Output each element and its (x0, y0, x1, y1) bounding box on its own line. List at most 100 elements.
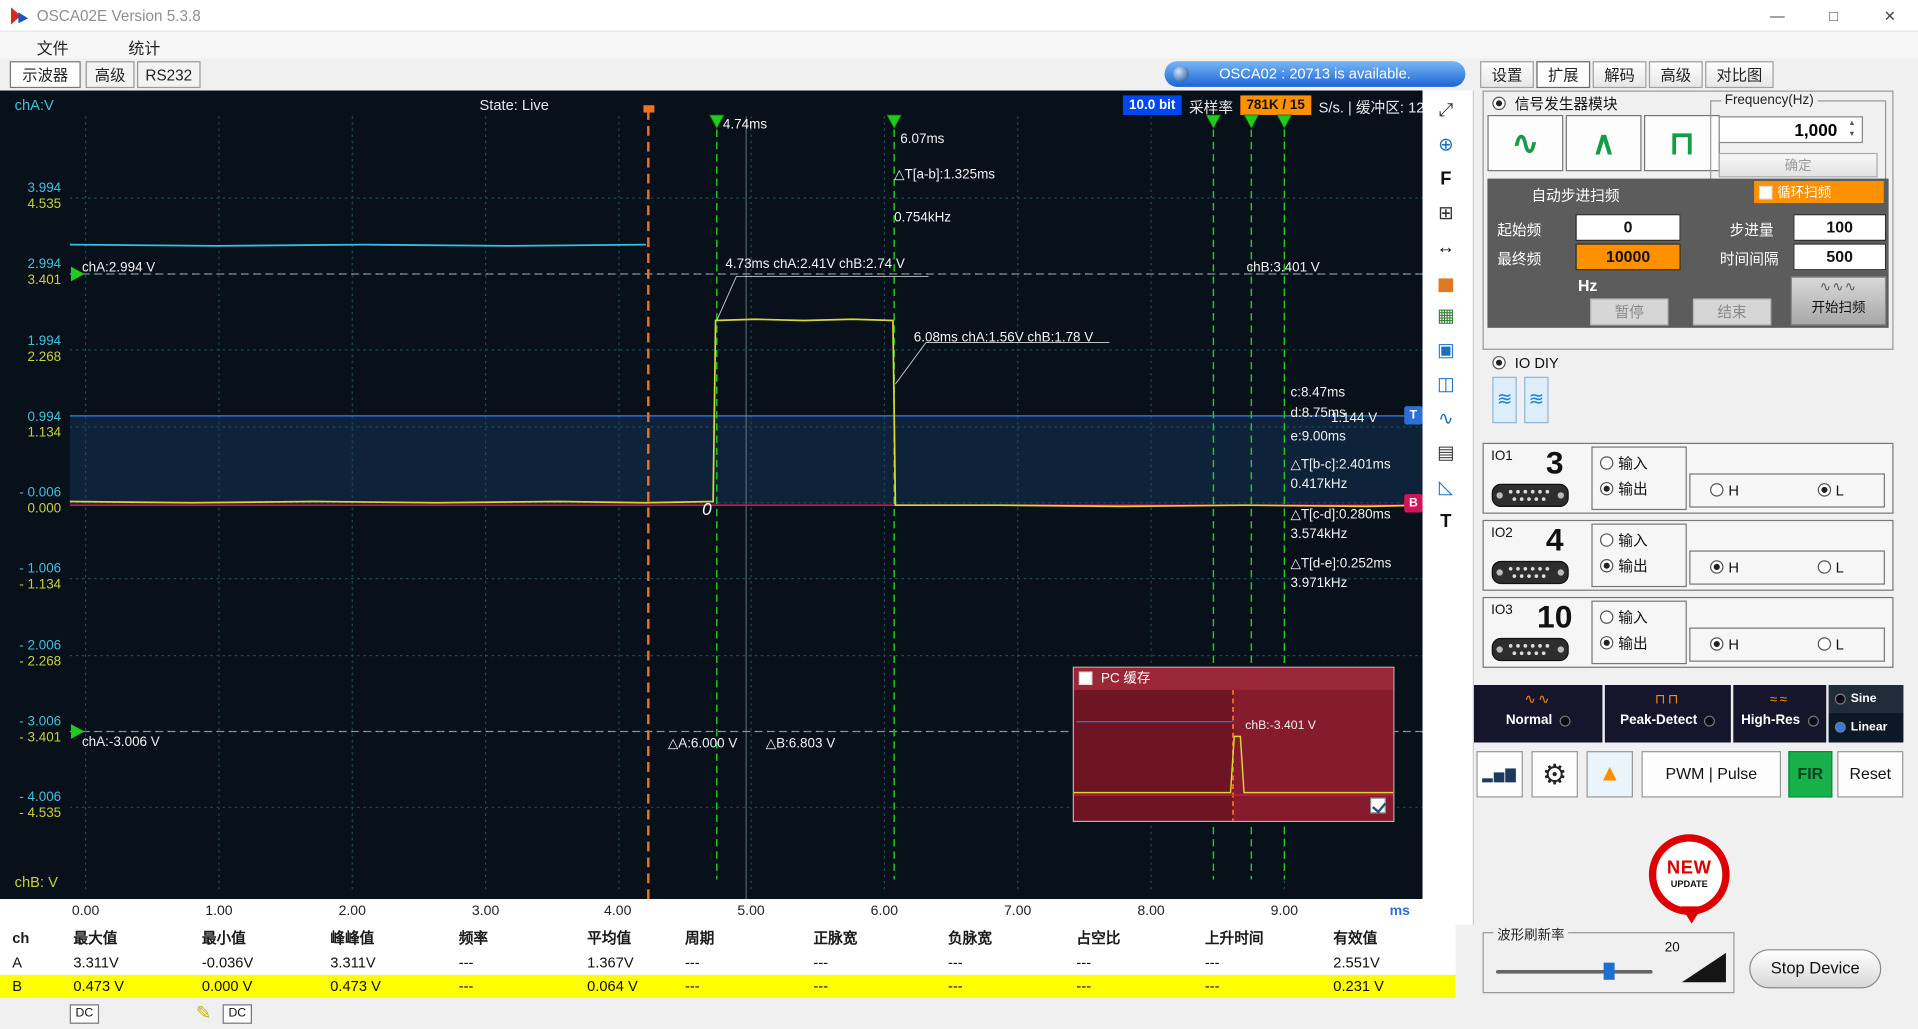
trigger-position-handle[interactable] (643, 105, 654, 112)
spinner-down-icon[interactable]: ▼ (1845, 130, 1860, 141)
io1-output-option[interactable]: 输出 (1593, 473, 1686, 499)
acq-high-res[interactable]: ≈≈ High-Res (1733, 685, 1826, 742)
slider-handle[interactable] (1604, 963, 1615, 980)
confirm-button[interactable]: 确定 (1719, 153, 1878, 177)
pc-buffer-titlebar[interactable]: PC 缓存 (1074, 668, 1393, 690)
tab-compare[interactable]: 对比图 (1705, 61, 1773, 88)
pc-buffer-checkbox[interactable] (1079, 672, 1092, 685)
tab-advanced-left[interactable]: 高级 (86, 61, 135, 88)
cursor-c-handle[interactable] (1206, 115, 1221, 128)
x-tick: 7.00 (991, 904, 1045, 919)
y-label: - 1.006- 1.134 (2, 561, 61, 593)
step-input[interactable]: 100 (1793, 214, 1886, 241)
interval-input[interactable]: 500 (1793, 243, 1886, 270)
spinner-up-icon[interactable]: ▲ (1845, 119, 1860, 130)
tab-oscilloscope[interactable]: 示波器 (10, 61, 81, 88)
io2-l-option[interactable]: L (1817, 559, 1844, 576)
sine-wave-icon: ∿ (1512, 125, 1539, 162)
pause-button[interactable]: 暂停 (1590, 298, 1668, 325)
update-badge[interactable]: NEW UPDATE (1649, 834, 1730, 915)
end-button[interactable]: 结束 (1693, 298, 1771, 325)
refresh-rate-value: 20 (1665, 941, 1680, 956)
end-freq-input[interactable]: 10000 (1575, 243, 1680, 270)
x-tick: 1.00 (192, 904, 246, 919)
x-axis: 0.00 1.00 2.00 3.00 4.00 5.00 6.00 7.00 … (0, 899, 1456, 926)
settings-gear-button[interactable]: ⚙ (1531, 751, 1577, 797)
trigger-level-tag[interactable]: T (1404, 406, 1422, 424)
acq-normal[interactable]: ∿∿ Normal (1474, 685, 1602, 742)
cursor-d-handle[interactable] (1244, 115, 1259, 128)
slope-icon[interactable]: ◺ (1426, 472, 1465, 504)
refresh-rate-slider[interactable] (1496, 970, 1653, 974)
triangle-wave-button[interactable]: ∧ (1566, 115, 1642, 171)
save-icon[interactable]: ▣ (1426, 335, 1465, 367)
io2-output-option[interactable]: 输出 (1593, 550, 1686, 576)
grid-icon[interactable]: ⊞ (1426, 198, 1465, 230)
io-wave-icon-2[interactable]: ≋ (1524, 377, 1548, 423)
trigger-settings-icon[interactable]: T (1426, 506, 1465, 538)
tab-decode[interactable]: 解码 (1593, 61, 1647, 88)
start-freq-input[interactable]: 0 (1575, 214, 1680, 241)
frequency-input[interactable]: 1,000 ▲ ▼ (1719, 116, 1863, 143)
siggen-module-radio[interactable]: 信号发生器模块 (1492, 93, 1617, 114)
tile-windows-icon[interactable]: ▦ (1426, 301, 1465, 333)
histogram-button[interactable]: ▂▅▇ (1476, 751, 1522, 797)
stop-device-button[interactable]: Stop Device (1749, 949, 1881, 988)
io1-l-option[interactable]: L (1817, 482, 1844, 499)
math-waveform-icon[interactable]: ∿ (1426, 404, 1465, 436)
loop-sweep-toggle[interactable]: 循环扫频 (1754, 181, 1884, 203)
maximize-button[interactable]: □ (1805, 0, 1861, 32)
menu-stats[interactable]: 统计 (128, 35, 160, 58)
reset-button[interactable]: Reset (1837, 751, 1903, 797)
sine-wave-button[interactable]: ∿ (1487, 115, 1563, 171)
tab-extension[interactable]: 扩展 (1536, 61, 1590, 88)
acq-peak-detect[interactable]: ⊓⊓ Peak-Detect (1605, 685, 1731, 742)
minimize-button[interactable]: — (1749, 0, 1805, 32)
table-icon[interactable]: ▤ (1426, 438, 1465, 470)
device-status[interactable]: OSCA02 : 20713 is available. (1164, 61, 1465, 87)
close-button[interactable]: ✕ (1862, 0, 1918, 32)
tab-advanced-right[interactable]: 高级 (1649, 61, 1703, 88)
fir-button[interactable]: FIR (1788, 751, 1832, 797)
waveform-plot[interactable]: 4.74ms 6.07ms △T[a-b]:1.325ms 0.754kHz 4… (70, 91, 1423, 900)
zoom-icon[interactable]: ⊕ (1426, 130, 1465, 162)
chb-coupling-badge[interactable]: DC (223, 1004, 252, 1024)
cursor-e-handle[interactable] (1277, 115, 1292, 128)
io3-output-option[interactable]: 输出 (1593, 628, 1686, 654)
pc-buffer-enable-checkbox[interactable] (1370, 798, 1386, 814)
measurement-row-b[interactable]: B0.473 V 0.000 V0.473 V ---0.064 V -----… (0, 975, 1456, 998)
start-sweep-button[interactable]: ∿∿∿ 开始扫频 (1791, 276, 1886, 325)
y-label: 3.9944.535 (2, 181, 61, 213)
loop-sweep-checkbox[interactable] (1759, 185, 1772, 198)
tab-rs232[interactable]: RS232 (137, 61, 201, 88)
chb-position-tag[interactable]: B (1404, 494, 1422, 512)
io-diy-radio[interactable]: IO DIY (1492, 355, 1558, 372)
acq-linear[interactable]: Linear (1829, 713, 1904, 741)
square-wave-button[interactable]: ⊓ (1644, 115, 1720, 171)
fullscreen-icon[interactable]: ⤢ (1426, 95, 1465, 127)
screenshot-icon[interactable]: ◫ (1426, 369, 1465, 401)
cursor-measure-icon[interactable]: ↔ (1426, 232, 1465, 264)
io2-h-option[interactable]: H (1710, 559, 1739, 576)
io1-input-option[interactable]: 输入 (1593, 448, 1686, 474)
acq-sine[interactable]: Sine (1829, 685, 1904, 713)
cha-coupling-badge[interactable]: DC (70, 1004, 99, 1024)
io-wave-icon-1[interactable]: ≋ (1492, 377, 1516, 423)
io3-h-option[interactable]: H (1710, 636, 1739, 653)
io1-h-option[interactable]: H (1710, 482, 1739, 499)
cursor-b-handle[interactable] (887, 115, 902, 128)
pwm-pulse-button[interactable]: PWM | Pulse (1642, 751, 1781, 797)
gear-icon: ⚙ (1542, 758, 1567, 791)
io2-input-option[interactable]: 输入 (1593, 525, 1686, 551)
cursor-c-time: c:8.47ms (1290, 385, 1345, 400)
fft-icon[interactable]: F (1426, 164, 1465, 196)
chart-button[interactable]: ▲ (1587, 751, 1633, 797)
io3-l-option[interactable]: L (1817, 636, 1844, 653)
spectrum-icon[interactable]: ▅ (1426, 267, 1465, 299)
square-wave-icon: ⊓ (1669, 125, 1694, 162)
measurement-row-a[interactable]: A3.311V -0.036V3.311V ---1.367V ------ -… (0, 952, 1456, 975)
io3-input-option[interactable]: 输入 (1593, 602, 1686, 628)
tab-settings[interactable]: 设置 (1480, 61, 1534, 88)
menu-file[interactable]: 文件 (37, 35, 69, 58)
pc-buffer-window[interactable]: PC 缓存 chB:-3.401 V (1073, 667, 1395, 822)
